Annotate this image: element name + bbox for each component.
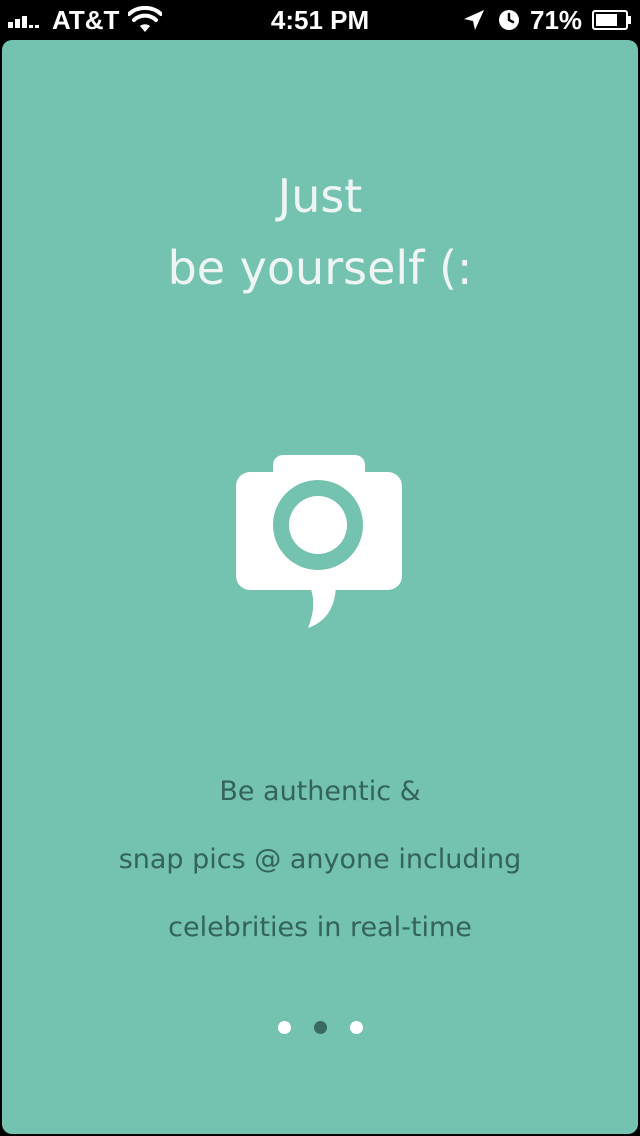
page-dot-2-active[interactable] [313,1021,327,1034]
description-line: Be authentic & [219,776,421,807]
onboarding-description: Be authentic & snap pics @ anyone includ… [0,758,640,962]
battery-percentage: 71% [530,5,583,35]
screen: AT&T 4:51 PM 71% Just be yourself (: Be … [0,0,640,1136]
status-bar: AT&T 4:51 PM 71% [0,0,640,40]
description-line: celebrities in real-time [168,912,472,943]
onboarding-headline: Just be yourself (: [0,160,640,304]
headline-line: be yourself (: [167,241,473,295]
battery-icon [592,10,631,30]
page-dot-1[interactable] [277,1021,291,1034]
page-dot-3[interactable] [349,1021,363,1034]
location-icon [464,10,484,30]
alarm-icon [499,10,519,30]
page-indicator[interactable] [0,1021,640,1037]
camera-speech-bubble-icon [236,455,402,628]
headline-line: Just [277,169,363,223]
description-line: snap pics @ anyone including [118,844,522,875]
